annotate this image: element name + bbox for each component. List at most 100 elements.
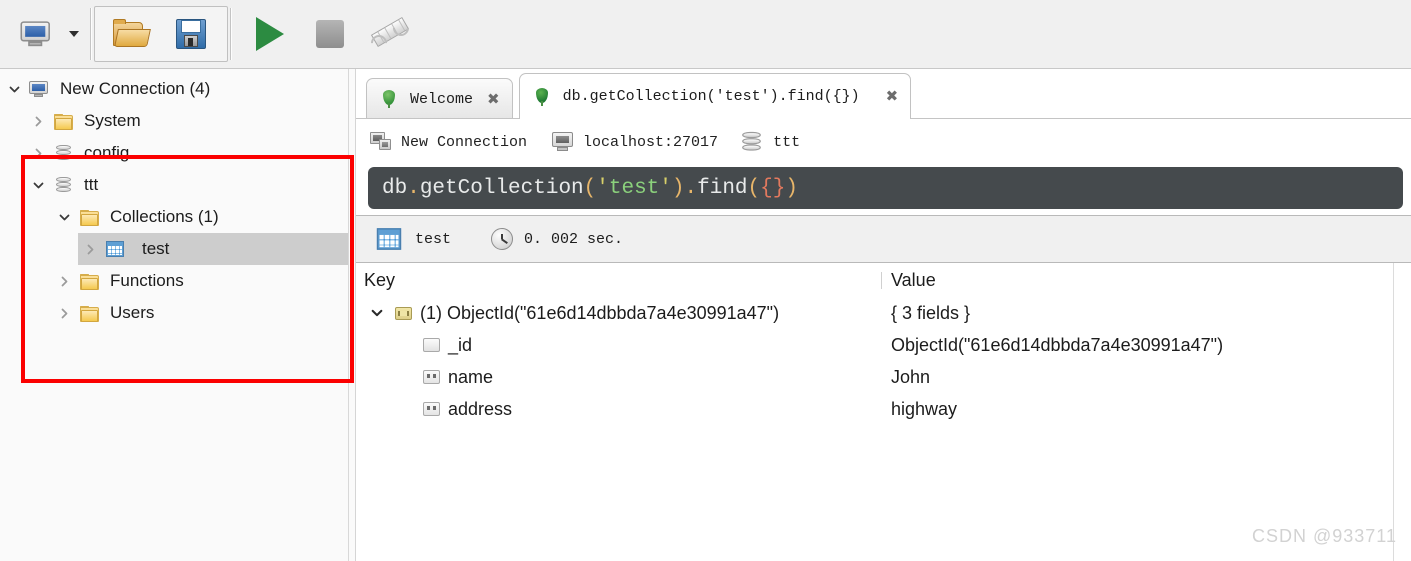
chevron-down-icon <box>69 31 79 37</box>
tree-item-label: test <box>142 239 170 258</box>
main-toolbar <box>0 0 1411 69</box>
tree-item-config[interactable]: config <box>0 137 348 169</box>
breadcrumb: New Connection localhost:27017 ttt <box>356 119 1411 165</box>
server-icon <box>26 80 52 98</box>
open-script-button[interactable] <box>102 5 160 63</box>
query-token: find <box>697 176 748 200</box>
table-row[interactable]: name John <box>356 361 1411 393</box>
tab-bar: Welcome ✖ db.getCollection('test').find(… <box>356 69 1411 120</box>
twisty-collapsed-icon[interactable] <box>52 275 76 288</box>
query-token: ' <box>659 176 672 200</box>
toolbar-group-exec <box>234 0 426 68</box>
save-script-button[interactable] <box>162 5 220 63</box>
twisty-collapsed-icon[interactable] <box>78 243 102 256</box>
tree-item-label: config <box>84 143 130 162</box>
twisty-collapsed-icon[interactable] <box>52 307 76 320</box>
database-icon <box>50 144 76 162</box>
row-key: _id <box>448 334 473 355</box>
close-icon[interactable]: ✖ <box>886 89 899 104</box>
main-split: New Connection (4) System config ttt Col… <box>0 69 1411 561</box>
explain-ruler-icon <box>367 16 413 55</box>
breadcrumb-database[interactable]: ttt <box>741 131 801 152</box>
breadcrumb-label: ttt <box>773 133 801 151</box>
string-field-icon <box>418 370 444 384</box>
twisty-expanded-icon[interactable] <box>52 211 76 224</box>
query-editor-wrap: db. getCollection(' test '). find({}) <box>356 165 1411 215</box>
floppy-save-icon <box>176 19 206 49</box>
tree-item-label: New Connection (4) <box>60 79 211 98</box>
close-icon[interactable]: ✖ <box>487 92 500 107</box>
explorer-tree: New Connection (4) System config ttt Col… <box>0 69 349 561</box>
computers-icon <box>20 20 52 47</box>
watermark: CSDN @933711 <box>1251 526 1397 546</box>
folder-icon <box>76 209 102 226</box>
tree-item-label: ttt <box>84 175 99 194</box>
row-value: ObjectId("61e6d14dbbda7a4e30991a47") <box>891 334 1224 355</box>
breadcrumb-connection[interactable]: New Connection <box>370 132 527 152</box>
twisty-expanded-icon[interactable] <box>2 83 26 96</box>
folder-open-icon <box>113 19 151 49</box>
connect-button[interactable] <box>7 5 65 63</box>
stop-icon <box>316 20 344 48</box>
tree-item-system[interactable]: System <box>0 105 348 137</box>
column-header-key[interactable]: Key <box>356 270 881 291</box>
database-icon <box>741 131 762 152</box>
leaf-icon <box>380 89 398 109</box>
grid-header-row: Key Value <box>356 263 1411 297</box>
connect-dropdown[interactable] <box>66 6 82 62</box>
twisty-expanded-icon[interactable] <box>364 306 390 320</box>
collection-icon <box>102 241 128 257</box>
stop-button[interactable] <box>301 5 359 63</box>
connection-icon <box>370 132 392 152</box>
tree-item-test[interactable]: test <box>0 233 348 265</box>
tree-item-label: Users <box>110 303 155 322</box>
tree-item-label: Collections (1) <box>110 207 219 226</box>
twisty-collapsed-icon[interactable] <box>26 115 50 128</box>
tree-item-functions[interactable]: Functions <box>0 265 348 297</box>
toolbar-separator-1 <box>90 8 92 60</box>
table-row[interactable]: (1) ObjectId("61e6d14dbbda7a4e30991a47")… <box>356 297 1411 329</box>
query-token: ) <box>671 176 685 200</box>
table-row[interactable]: _id ObjectId("61e6d14dbbda7a4e30991a47") <box>356 329 1411 361</box>
tree-item-new-connection[interactable]: New Connection (4) <box>0 73 348 105</box>
toolbar-group-file <box>94 6 228 62</box>
folder-icon <box>50 113 76 130</box>
tree-item-label: System <box>84 111 141 130</box>
row-key: name <box>448 366 494 387</box>
query-token: ) <box>785 176 798 200</box>
breadcrumb-host[interactable]: localhost:27017 <box>552 132 718 152</box>
query-token: ( <box>747 176 761 200</box>
query-token: ( <box>583 176 597 200</box>
query-token: test <box>608 176 660 200</box>
toolbar-separator-2 <box>230 8 232 60</box>
execute-button[interactable] <box>241 5 299 63</box>
toolbar-group-connect <box>0 0 88 68</box>
query-token: { <box>760 176 773 200</box>
query-token: db <box>382 176 408 200</box>
twisty-collapsed-icon[interactable] <box>26 147 50 160</box>
tree-item-users[interactable]: Users <box>0 297 348 329</box>
row-value: { 3 fields } <box>891 302 971 323</box>
folder-icon <box>76 305 102 322</box>
folder-icon <box>76 273 102 290</box>
result-grid: Key Value (1) ObjectId("61e6d14dbbda7a4e… <box>356 263 1411 561</box>
leaf-icon <box>533 87 551 107</box>
query-token: . <box>407 176 420 200</box>
column-header-value[interactable]: Value <box>881 270 1411 291</box>
breadcrumb-label: New Connection <box>401 133 528 151</box>
tab-welcome[interactable]: Welcome ✖ <box>366 78 513 119</box>
vertical-scrollbar[interactable] <box>1393 263 1411 561</box>
query-input[interactable]: db. getCollection(' test '). find({}) <box>368 167 1403 209</box>
twisty-expanded-icon[interactable] <box>26 179 50 192</box>
tree-item-ttt[interactable]: ttt <box>0 169 348 201</box>
play-icon <box>256 17 284 51</box>
app-window: New Connection (4) System config ttt Col… <box>0 0 1411 561</box>
tab-label: db.getCollection('test').find({}) <box>562 88 860 105</box>
row-key: address <box>448 398 513 419</box>
table-row[interactable]: address highway <box>356 393 1411 425</box>
tree-item-collections[interactable]: Collections (1) <box>0 201 348 233</box>
panel-splitter[interactable] <box>349 69 356 561</box>
explain-button[interactable] <box>361 5 419 63</box>
tab-query[interactable]: db.getCollection('test').find({}) ✖ <box>518 73 912 120</box>
tab-label: Welcome <box>410 90 474 108</box>
